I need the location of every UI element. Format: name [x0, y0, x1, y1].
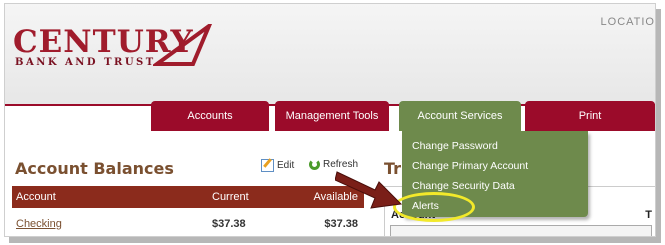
column-current: Current: [212, 191, 249, 203]
edit-button[interactable]: Edit: [261, 159, 294, 172]
tab-account-services[interactable]: Account Services: [399, 101, 521, 131]
balances-table-header: Account Current Available: [12, 186, 364, 208]
available-balance: $37.38: [324, 218, 358, 230]
menu-item-change-primary-account[interactable]: Change Primary Account: [412, 160, 528, 172]
pointer-arrow-icon: [335, 171, 403, 209]
current-balance: $37.38: [212, 218, 246, 230]
table-row: Checking $37.38 $37.38: [12, 214, 364, 236]
century-bank-logo[interactable]: CENTURY BANK AND TRUST: [13, 24, 223, 84]
menu-item-change-security-data[interactable]: Change Security Data: [412, 180, 515, 192]
screenshot-frame: CENTURY BANK AND TRUST LOCATIO Accounts …: [0, 0, 665, 245]
account-link-checking[interactable]: Checking: [16, 218, 62, 230]
account-balances-title: Account Balances: [15, 159, 174, 178]
column-account: Account: [16, 191, 56, 203]
menu-item-change-password[interactable]: Change Password: [412, 140, 498, 152]
site-header: CENTURY BANK AND TRUST LOCATIO: [5, 4, 655, 106]
location-link[interactable]: LOCATIO: [601, 16, 655, 28]
logo-tagline: BANK AND TRUST: [15, 57, 156, 68]
edit-label: Edit: [277, 160, 295, 171]
alerts-highlight-circle: [393, 192, 475, 222]
edit-icon: [261, 159, 274, 172]
refresh-icon: [309, 159, 320, 170]
tab-print[interactable]: Print: [525, 101, 655, 131]
tab-accounts[interactable]: Accounts: [151, 101, 269, 131]
tab-management-tools[interactable]: Management Tools: [275, 101, 389, 131]
account-select[interactable]: [390, 225, 652, 236]
banking-window: CENTURY BANK AND TRUST LOCATIO Accounts …: [4, 3, 656, 237]
logo-swoosh-icon: [153, 24, 213, 66]
transactions-column-t: T: [645, 209, 652, 221]
